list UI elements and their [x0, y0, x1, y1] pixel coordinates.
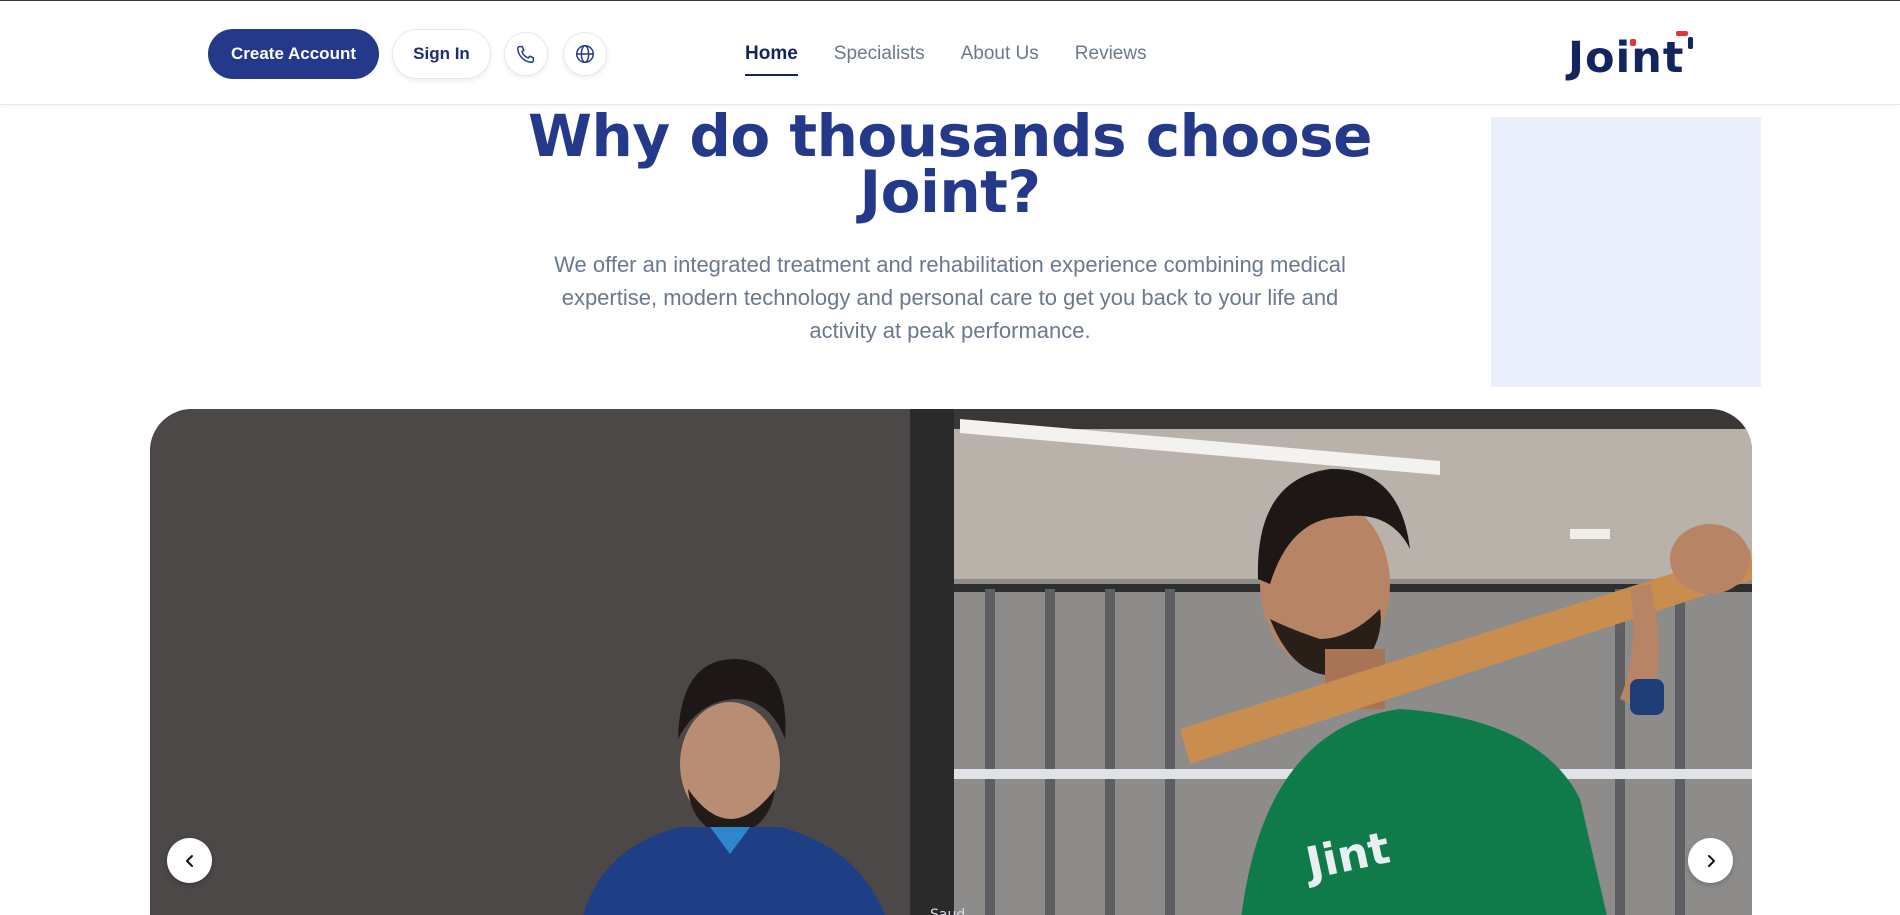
logo-red-dot-accent — [1676, 31, 1688, 36]
chevron-left-icon — [185, 854, 193, 867]
logo-red-dot — [1630, 39, 1636, 46]
carousel-next-button[interactable] — [1688, 838, 1733, 883]
logo-text: Joint — [1568, 33, 1685, 83]
description-line-2: expertise, modern technology and persona… — [561, 285, 1339, 310]
title-line-2: Joint? — [859, 158, 1041, 226]
svg-text:Saud: Saud — [930, 907, 965, 915]
nav-about-us[interactable]: About Us — [961, 32, 1039, 76]
globe-icon — [576, 45, 594, 63]
chevron-right-icon — [1707, 854, 1715, 867]
description-line-1: We offer an integrated treatment and reh… — [554, 252, 1346, 277]
carousel-prev-button[interactable] — [167, 838, 212, 883]
description-line-3: activity at peak performance. — [809, 318, 1091, 343]
hero-description: We offer an integrated treatment and reh… — [520, 248, 1380, 347]
nav-reviews[interactable]: Reviews — [1075, 32, 1147, 76]
phone-icon — [517, 45, 535, 63]
main-nav: Home Specialists About Us Reviews — [745, 29, 1183, 79]
nav-home[interactable]: Home — [745, 32, 798, 76]
language-button[interactable] — [563, 32, 607, 76]
sign-in-button[interactable]: Sign In — [392, 29, 491, 79]
side-image-placeholder — [1491, 117, 1761, 387]
photo-illustration: Jint Saud — [150, 409, 1752, 915]
joint-logo[interactable]: Joint — [1568, 27, 1698, 83]
logo-navy-mark — [1688, 37, 1693, 49]
phone-button[interactable] — [504, 32, 548, 76]
hero-photo: Jint Saud — [150, 409, 1752, 915]
nav-specialists[interactable]: Specialists — [834, 32, 925, 76]
create-account-button[interactable]: Create Account — [208, 29, 379, 79]
site-header: Create Account Sign In Home Specialists … — [0, 1, 1900, 105]
page-title: Why do thousands choose Joint? — [480, 107, 1420, 221]
